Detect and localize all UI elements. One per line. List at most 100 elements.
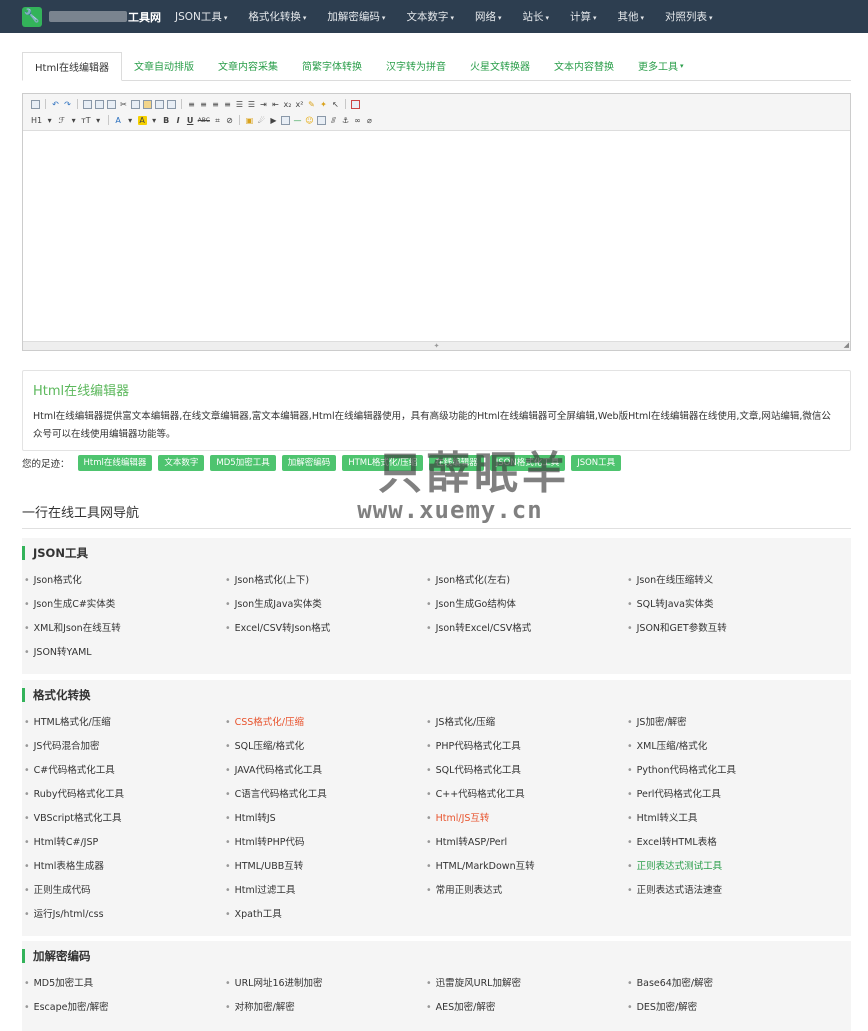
editor-statusbar[interactable]: ✦ [23,341,850,350]
tool-link[interactable]: • Html/JS互转 [426,812,627,826]
tab-item[interactable]: 文章自动排版 [122,51,206,80]
paste-word-icon[interactable] [167,99,176,109]
align-center-icon[interactable]: ≡ [199,100,208,109]
tool-link[interactable]: • 常用正则表达式 [426,884,627,898]
horizontal-rule-icon[interactable]: — [293,116,302,125]
redo-icon[interactable]: ↷ [63,100,72,109]
font-size-icon[interactable]: тT [81,116,91,125]
template-icon[interactable] [107,99,116,109]
fullscreen-icon[interactable] [351,99,360,109]
subscript-icon[interactable]: x₂ [283,100,292,109]
nav-item[interactable]: 网络 ▾ [475,9,502,24]
footprint-link[interactable]: 文本数字 [158,455,205,471]
footprint-link[interactable]: MD5加密工具 [210,455,276,471]
nav-item[interactable]: JSON工具 ▾ [175,9,227,24]
footprint-link[interactable]: Html在线编辑器 [77,455,153,471]
footprint-link[interactable]: 加解密编码 [281,455,337,471]
emoticon-icon[interactable]: ☺ [305,116,314,125]
nav-item[interactable]: 站长 ▾ [522,9,549,24]
font-family-icon[interactable]: ℱ [57,116,66,125]
tool-link[interactable]: • URL网址16进制加密 [225,977,426,991]
tab-item[interactable]: Html在线编辑器 [22,52,122,81]
tab-item[interactable]: 更多工具 ▾ [626,51,696,80]
nav-item[interactable]: 文本数字 ▾ [406,9,454,24]
tool-link[interactable]: • XML压缩/格式化 [627,740,828,754]
tool-link[interactable]: • Escape加密/解密 [24,1001,225,1015]
paste-icon[interactable] [143,99,152,109]
remove-format-icon[interactable]: ⊘ [225,116,234,125]
tool-link[interactable]: • Json在线压缩转义 [627,574,828,588]
italic-icon[interactable]: I [174,116,183,125]
tool-link[interactable]: • MD5加密工具 [24,977,225,991]
tool-link[interactable]: • JS加密/解密 [627,716,828,730]
footprint-link[interactable]: JSON格式化工具 [489,455,566,471]
site-name[interactable]: 工具网 [128,9,161,25]
link-icon[interactable]: ∞ [353,116,362,125]
highlight-color-icon[interactable]: A [137,115,147,125]
tool-link[interactable]: • JS代码混合加密 [24,740,225,754]
indent-icon[interactable]: ⇥ [259,100,268,109]
tab-item[interactable]: 文章内容采集 [206,51,290,80]
tool-link[interactable]: • Xpath工具 [225,908,426,922]
footprint-link[interactable]: JSON工具 [571,455,622,471]
clear-format-icon[interactable]: ✎ [307,100,316,109]
tool-link[interactable]: • Json生成Java实体类 [225,598,426,612]
tool-link[interactable]: • Json生成Go结构体 [426,598,627,612]
tool-link[interactable]: • Html转C#/JSP [24,836,225,850]
tool-link[interactable]: • XML和Json在线互转 [24,622,225,636]
align-right-icon[interactable]: ≡ [211,100,220,109]
strikethrough-icon[interactable]: ABC [198,116,210,125]
tool-link[interactable]: • AES加密/解密 [426,1001,627,1015]
preview-icon[interactable] [83,99,92,109]
tool-link[interactable]: • HTML/MarkDown互转 [426,860,627,874]
superscript-icon[interactable]: x² [295,100,304,109]
html-editor[interactable]: ↶ ↷ ✂ ≡ ≡ ≡ ≡ ☰ ☰ ⇥ ⇤ x₂ x² ✎ ✦ ↖ H1 ▾ ℱ… [22,93,851,351]
nav-item[interactable]: 计算 ▾ [570,9,597,24]
wrench-icon[interactable]: 🔧 [22,6,42,27]
insert-image-icon[interactable] [316,115,326,125]
page-break-icon[interactable]: ⫻ [329,116,338,125]
tool-link[interactable]: • JSON转YAML [24,646,225,660]
nav-item[interactable]: 加解密编码 ▾ [327,9,385,24]
print-icon[interactable] [95,99,104,109]
tool-link[interactable]: • Base64加密/解密 [627,977,828,991]
justify-icon[interactable]: ≡ [223,100,232,109]
tool-link[interactable]: • HTML格式化/压缩 [24,716,225,730]
tool-link[interactable]: • JAVA代码格式化工具 [225,764,426,778]
nav-item[interactable]: 其他 ▾ [618,9,645,24]
bold-icon[interactable]: B [162,116,171,125]
tool-link[interactable]: • C语言代码格式化工具 [225,788,426,802]
outdent-icon[interactable]: ⇤ [271,100,280,109]
tool-link[interactable]: • Html转义工具 [627,812,828,826]
underline-icon[interactable]: U [186,116,195,125]
tool-link[interactable]: • 迅雷旋风URL加解密 [426,977,627,991]
heading-icon[interactable]: H1 [31,116,42,125]
tab-item[interactable]: 火星文转换器 [458,51,542,80]
cut-icon[interactable]: ✂ [119,100,128,109]
tool-link[interactable]: • Python代码格式化工具 [627,764,828,778]
anchor-icon[interactable]: ⚓ [341,116,350,125]
footprint-link[interactable]: HTML格式化/压缩 [342,455,424,471]
tab-item[interactable]: 汉字转为拼音 [374,51,458,80]
select-all-icon[interactable]: ✦ [319,100,328,109]
tool-link[interactable]: • SQL压缩/格式化 [225,740,426,754]
unordered-list-icon[interactable]: ☰ [247,100,256,109]
tool-link[interactable]: • 正则表达式测试工具 [627,860,828,874]
tool-link[interactable]: • Excel转HTML表格 [627,836,828,850]
tool-link[interactable]: • Json格式化(左右) [426,574,627,588]
tool-link[interactable]: • Ruby代码格式化工具 [24,788,225,802]
tool-link[interactable]: • PHP代码格式化工具 [426,740,627,754]
tool-link[interactable]: • CSS格式化/压缩 [225,716,426,730]
tab-item[interactable]: 简繁字体转换 [290,51,374,80]
tool-link[interactable]: • Html转JS [225,812,426,826]
tool-link[interactable]: • SQL转Java实体类 [627,598,828,612]
tool-link[interactable]: • Html表格生成器 [24,860,225,874]
tool-link[interactable]: • VBScript格式化工具 [24,812,225,826]
nav-item[interactable]: 格式化转换 ▾ [248,9,306,24]
tool-link[interactable]: • 对称加密/解密 [225,1001,426,1015]
tool-link[interactable]: • Json格式化 [24,574,225,588]
media-icon[interactable]: ▶ [269,116,278,125]
tool-link[interactable]: • JSON和GET参数互转 [627,622,828,636]
tool-link[interactable]: • 运行Js/html/css [24,908,225,922]
tool-link[interactable]: • DES加密/解密 [627,1001,828,1015]
